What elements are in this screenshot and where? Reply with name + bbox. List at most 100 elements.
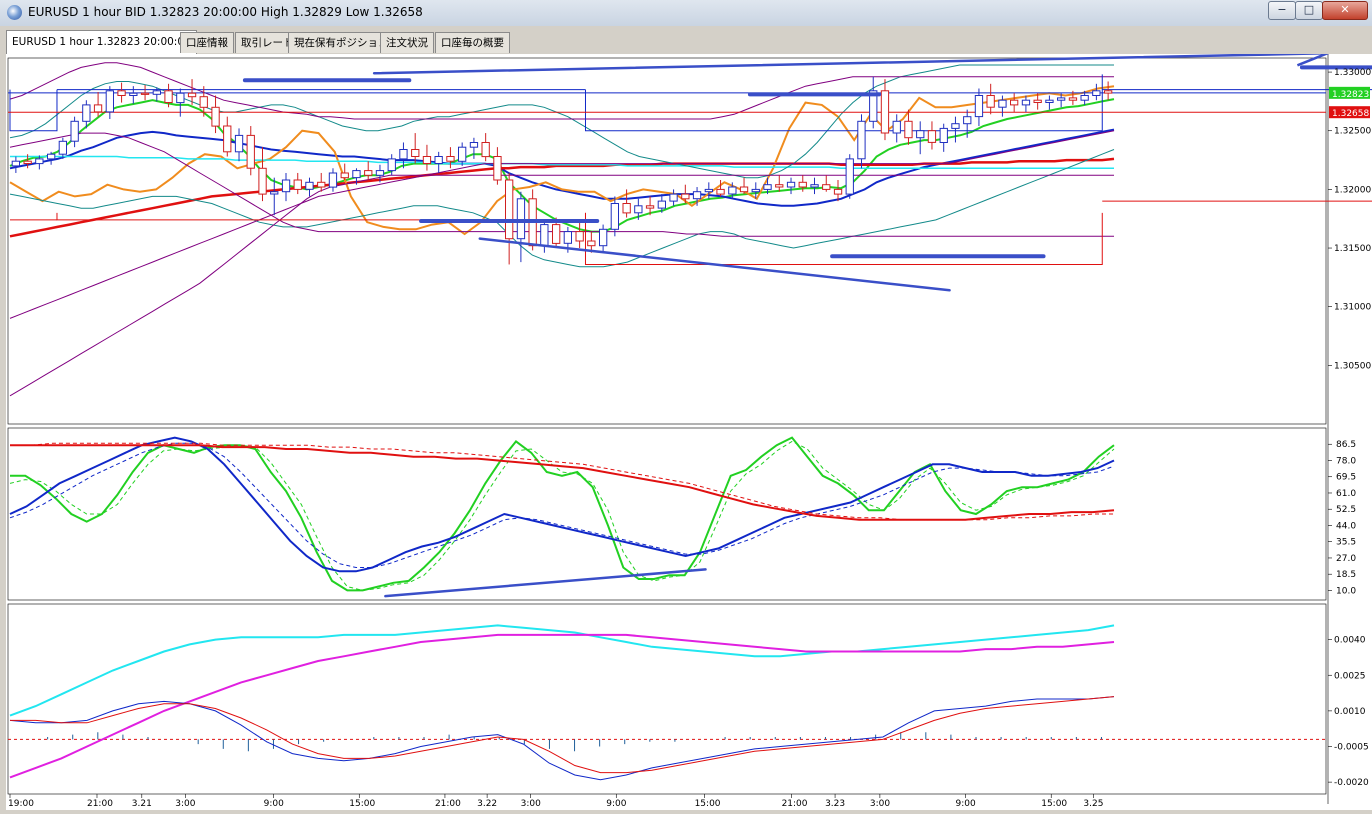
x-tick-label: 9:00 [606,799,626,809]
stochastic-y-tick-label: 61.0 [1336,489,1356,499]
candle-body [1021,99,1031,106]
candle-body [152,90,161,95]
candle-body [375,170,385,176]
candle-body [458,146,467,162]
candle-body [552,224,561,244]
candle-body [317,181,326,188]
platform-window: EURUSD 1 hour BID 1.32823 20:00:00 High … [0,0,1372,810]
candle-body [446,156,455,162]
candle-body [422,156,432,164]
candle-body [857,120,866,160]
minimize-button[interactable]: − [1268,1,1296,20]
x-tick-label: 3.23 [825,799,845,809]
macd-y-tick-label: -0.0020 [1334,778,1369,788]
window-title: EURUSD 1 hour BID 1.32823 20:00:00 High … [28,5,423,19]
stochastic-y-tick-label: 10.0 [1336,586,1356,596]
candle-body [481,142,490,158]
candle-body [1033,99,1042,104]
candle-body [622,203,631,214]
candle-body [164,90,173,103]
candle-body [82,104,91,122]
candle-body [610,203,620,230]
candle-body [340,172,349,179]
candle-body [951,123,960,129]
macd-y-tick-label: -0.0005 [1334,743,1369,753]
candle-body [751,188,760,193]
stochastic-y-tick-label: 35.5 [1336,538,1356,548]
candle-body [657,200,667,209]
candle-body [93,104,103,113]
candle-body [763,184,772,190]
price-y-tick-label: 1.31500 [1334,244,1371,254]
stochastic-y-tick-label: 27.0 [1336,554,1356,564]
candle-body [963,116,972,125]
x-tick-label: 9:00 [264,799,284,809]
candle-body [211,106,220,127]
candle-body [904,120,913,139]
candle-body [798,181,807,188]
macd-y-tick-label: 0.0010 [1334,707,1366,717]
candle-body [387,158,396,172]
stochastic-y-tick-label: 78.0 [1336,456,1356,466]
stochastic-y-tick-label: 18.5 [1336,570,1356,580]
candle-body [117,90,126,96]
close-button[interactable]: ✕ [1322,1,1368,20]
candle-body [599,228,608,247]
x-tick-label: 15:00 [695,799,721,809]
maximize-button[interactable]: □ [1295,1,1323,20]
x-tick-label: 9:00 [956,799,976,809]
tab-account-info[interactable]: 口座情報 [180,32,234,53]
candle-body [892,120,901,134]
tab-account-summary[interactable]: 口座毎の概要 [435,32,510,53]
candle-body [493,156,502,181]
x-tick-label: 15:00 [1041,799,1067,809]
stochastic-y-tick-label: 44.0 [1336,521,1356,531]
tab-bar: EURUSD 1 hour 1.32823 20:00:00 口座情報 取引レー… [0,26,1372,54]
x-tick-label: 3:00 [521,799,541,809]
candle-body [293,179,302,190]
tab-order-status[interactable]: 注文状況 [380,32,434,53]
candle-body [974,95,984,118]
price-y-tick-label: 1.32000 [1334,185,1371,195]
candle-body [469,142,479,148]
candle-body [716,188,725,195]
x-tick-label: 3:00 [870,799,890,809]
x-tick-label: 3.25 [1083,799,1103,809]
candle-body [281,179,291,193]
title-bar[interactable]: EURUSD 1 hour BID 1.32823 20:00:00 High … [0,0,1372,27]
x-tick-label: 21:00 [435,799,461,809]
chart-area[interactable]: 1.33000 1.32500 1.32000 1.31500 1.31000 1.305… [6,40,1372,810]
price-y-tick-label: 1.33000 [1334,68,1371,78]
stochastic-y-tick-label: 86.5 [1336,440,1356,450]
candle-body [669,193,678,202]
candle-body [587,240,596,247]
candle-body [575,231,584,242]
price-y-tick-label: 1.32500 [1334,127,1371,137]
candle-body [681,193,690,200]
tab-open-positions[interactable]: 現在保有ポジション [288,32,395,53]
stochastic-y-tick-label: 69.5 [1336,473,1356,483]
candle-body [199,96,208,108]
candle-body [129,92,138,97]
candle-body [1068,97,1078,101]
candle-body [1092,90,1101,96]
candle-body [270,191,279,195]
macd-y-tick-label: 0.0040 [1334,636,1366,646]
candle-body [1010,99,1019,106]
candle-body [775,184,784,188]
candle-body [11,160,20,167]
candle-body [58,140,68,155]
candle-body [634,205,643,214]
price-label-1: 1.32658 [1332,109,1369,119]
chart-canvas[interactable]: 1.33000 1.32500 1.32000 1.31500 1.31000 1.305… [6,40,1372,810]
app-globe-icon [7,5,22,20]
candle-body [645,205,655,209]
price-label-0: 1.32823 [1332,90,1369,100]
tab-chart-eurusd[interactable]: EURUSD 1 hour 1.32823 20:00:00 [6,30,197,54]
candle-body [563,231,573,244]
candle-body [692,191,702,200]
candle-body [364,170,373,176]
candle-body [739,186,749,193]
candle-body [810,184,819,188]
x-tick-label: 21:00 [87,799,113,809]
